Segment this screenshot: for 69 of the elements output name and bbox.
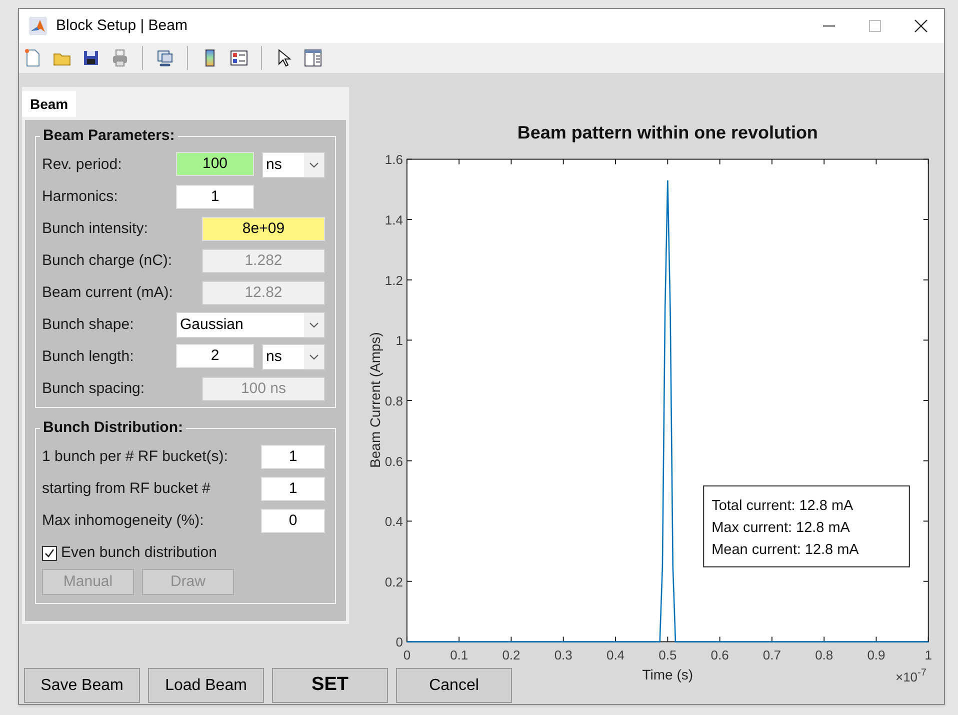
y-tick-label: 0 (395, 634, 403, 650)
dialog-button[interactable]: SET (272, 668, 388, 703)
axis-multiplier: ×10$^{-7}$ (895, 668, 926, 685)
x-tick-label: 0.6 (710, 648, 728, 663)
input-field[interactable]: 8e+09 (202, 217, 325, 241)
y-tick-label: 1 (395, 333, 403, 348)
field-label: Bunch length: (42, 346, 134, 367)
field-label: Harmonics: (42, 186, 118, 207)
field-label: Bunch charge (nC): (42, 250, 172, 271)
dropdown[interactable]: Gaussian (176, 312, 325, 338)
y-tick-label: 1.4 (384, 212, 403, 228)
legend-icon[interactable] (229, 48, 249, 68)
y-tick-label: 0.4 (384, 514, 403, 530)
x-tick-label: 0.8 (814, 648, 833, 663)
maximize-icon (869, 20, 881, 32)
property-panel-icon[interactable] (303, 48, 323, 68)
chart-title: Beam pattern within one revolution (517, 122, 818, 142)
checkmark-icon (44, 548, 55, 558)
field-label: Bunch intensity: (42, 218, 148, 239)
field-label: Rev. period: (42, 154, 122, 175)
printer-icon[interactable] (110, 48, 130, 68)
dialog-button[interactable]: Cancel (396, 668, 512, 703)
info-text: Max current: 12.8 mA (711, 520, 850, 536)
caret-icon (309, 162, 319, 168)
input-field[interactable]: 1 (261, 477, 325, 501)
field-label: Bunch shape: (42, 314, 134, 335)
x-tick-label: 0.2 (502, 648, 520, 663)
x-tick-label: 1 (924, 648, 932, 663)
window-title: Block Setup | Beam (56, 16, 188, 36)
minimize-icon (823, 25, 835, 27)
y-tick-label: 1.2 (384, 272, 403, 288)
close-icon (914, 19, 928, 33)
input-field[interactable]: 1 (176, 185, 254, 209)
linked-windows-icon[interactable] (155, 48, 175, 68)
input-field[interactable]: 1 (261, 445, 325, 469)
x-tick-label: 0.5 (658, 648, 676, 663)
x-tick-label: 0.9 (866, 648, 885, 663)
input-field[interactable]: 2 (176, 344, 254, 368)
dropdown[interactable]: ns (262, 344, 325, 370)
info-text: Total current: 12.8 mA (711, 498, 853, 514)
caret-icon (309, 322, 319, 328)
save-icon[interactable] (81, 48, 101, 68)
info-text: Mean current: 12.8 mA (711, 542, 858, 558)
y-tick-label: 1.6 (384, 152, 403, 168)
field-label: Max inhomogeneity (%): (42, 510, 204, 531)
app-icon (29, 17, 47, 35)
caret-icon (309, 354, 319, 360)
field-label: Bunch spacing: (42, 378, 145, 399)
x-tick-label: 0 (402, 648, 410, 663)
y-tick-label: 0.8 (384, 393, 403, 408)
x-tick-label: 0.7 (762, 648, 781, 663)
x-tick-label: 0.1 (450, 648, 468, 663)
x-tick-label: 0.3 (554, 648, 572, 663)
checkbox-box[interactable] (42, 546, 57, 560)
input-field[interactable]: 100 (176, 152, 254, 176)
tab[interactable]: Beam (22, 91, 76, 117)
dropdown[interactable]: ns (262, 152, 325, 178)
x-tick-label: 0.4 (606, 648, 624, 663)
y-tick-label: 0.2 (384, 574, 403, 590)
input-field[interactable]: 0 (261, 509, 325, 533)
field-label: 1 bunch per # RF bucket(s): (42, 446, 228, 467)
dialog-button[interactable]: Save Beam (24, 668, 140, 703)
field-label: starting from RF bucket # (42, 478, 210, 499)
x-axis-label: Time (s) (642, 666, 693, 683)
field-label: Beam current (mA): (42, 282, 173, 303)
y-tick-label: 0.6 (384, 454, 403, 469)
y-axis-label: Beam Current (Amps) (366, 332, 383, 468)
dialog-button[interactable]: Load Beam (148, 668, 264, 703)
checkbox[interactable]: Even bunch distribution (42, 537, 325, 569)
